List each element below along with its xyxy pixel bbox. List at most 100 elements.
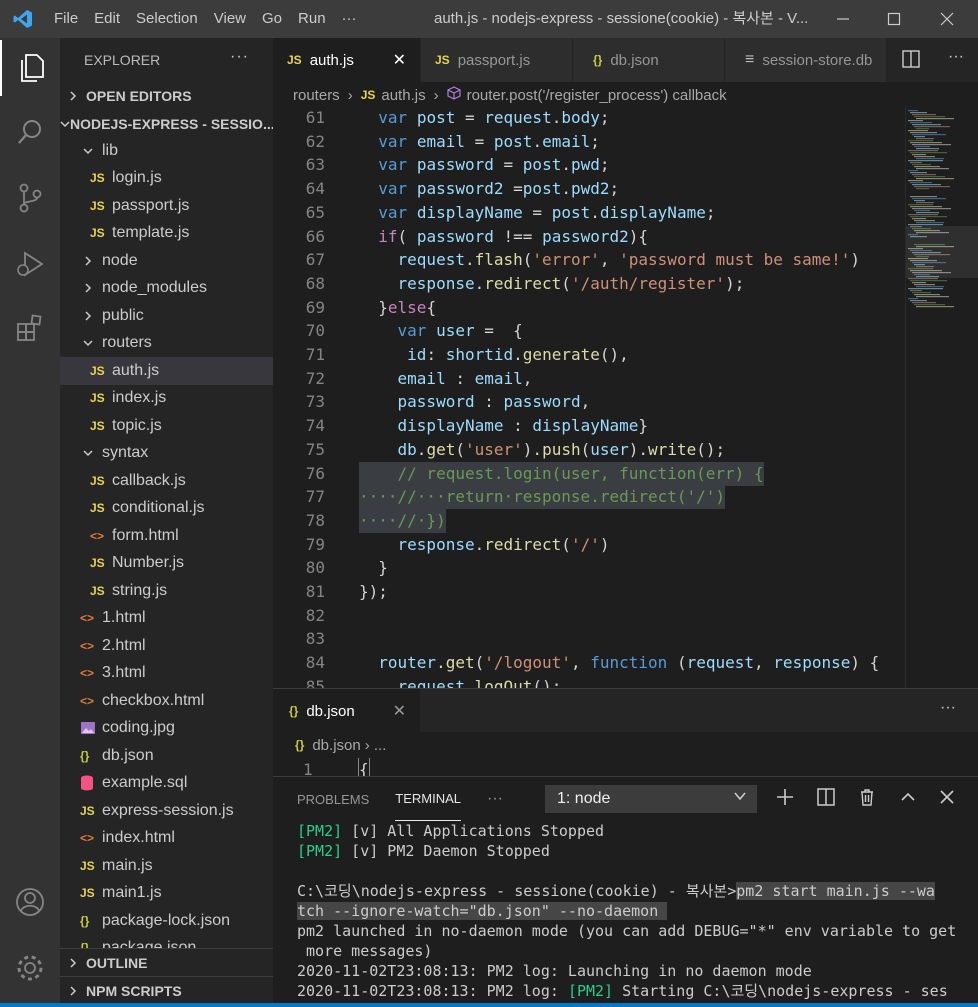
- terminal-output[interactable]: [PM2] [v] All Applications Stopped [PM2] …: [297, 821, 969, 1001]
- tree-item[interactable]: lib: [60, 137, 273, 165]
- tree-item[interactable]: <> checkbox.html: [60, 687, 273, 715]
- code-text: email : email,: [397, 368, 533, 388]
- editor-group-more-actions[interactable]: ···: [940, 699, 956, 717]
- chevron-right-icon: [80, 283, 96, 293]
- run-debug-icon[interactable]: [0, 236, 60, 292]
- close-panel-icon[interactable]: [937, 787, 957, 810]
- tab-terminal[interactable]: TERMINAL: [395, 777, 461, 821]
- menu-view[interactable]: View: [206, 0, 254, 38]
- breadcrumb-file[interactable]: db.json: [312, 737, 360, 754]
- code-line: 76 // request.login(user, function(err) …: [273, 461, 905, 486]
- editor-tabs: JS auth.js ✕ JS passport.js {} db.json ≡…: [273, 38, 978, 82]
- menu-run[interactable]: Run: [290, 0, 334, 38]
- breadcrumb-rest[interactable]: › ...: [365, 737, 387, 754]
- tree-item[interactable]: JS express-session.js: [60, 797, 273, 825]
- editor-group-2-code[interactable]: 1 {: [273, 758, 978, 776]
- line-number: 68: [305, 273, 325, 293]
- menu-more[interactable]: ···: [334, 0, 365, 38]
- terminal-text: more messages): [297, 942, 433, 960]
- activity-bar: [0, 38, 60, 1007]
- tree-item[interactable]: JS Number.js: [60, 550, 273, 578]
- close-icon[interactable]: ✕: [393, 701, 406, 721]
- explorer-icon[interactable]: [0, 40, 60, 96]
- explorer-more-actions[interactable]: ···: [230, 48, 249, 66]
- menu-edit[interactable]: Edit: [86, 0, 128, 38]
- terminal-select[interactable]: 1: node: [545, 785, 757, 813]
- menu-selection[interactable]: Selection: [128, 0, 206, 38]
- tree-item[interactable]: JS main.js: [60, 852, 273, 880]
- tab-db-json[interactable]: {} db.json: [573, 38, 725, 82]
- tree-item[interactable]: coding.jpg: [60, 715, 273, 743]
- code-line: 64 var password2 =post.pwd2;: [273, 177, 905, 201]
- code-editor[interactable]: 61 var post = request.body; 62 var email …: [273, 106, 905, 688]
- tab-db-json-group2[interactable]: {} db.json ✕: [273, 689, 421, 733]
- new-terminal-icon[interactable]: [775, 787, 795, 810]
- project-section[interactable]: NODEJS-EXPRESS - SESSIO...: [60, 110, 273, 137]
- tree-item[interactable]: JS index.js: [60, 385, 273, 413]
- tab-passport-js[interactable]: JS passport.js: [421, 38, 573, 82]
- tab-session-store-db[interactable]: ≡ session-store.db: [725, 38, 887, 82]
- tree-item[interactable]: JS passport.js: [60, 192, 273, 220]
- minimize-icon[interactable]: [818, 0, 868, 38]
- tree-item[interactable]: JS main1.js: [60, 880, 273, 908]
- close-window-icon[interactable]: [922, 0, 972, 38]
- terminal-text: pm2 launched in no-daemon mode (you can …: [297, 922, 957, 940]
- tree-item[interactable]: public: [60, 302, 273, 330]
- open-editors-section[interactable]: OPEN EDITORS: [60, 82, 273, 109]
- panel-more-tabs[interactable]: ···: [487, 777, 503, 821]
- tree-item[interactable]: {} db.json: [60, 742, 273, 770]
- tree-item[interactable]: <> 1.html: [60, 605, 273, 633]
- tree-item[interactable]: JS string.js: [60, 577, 273, 605]
- breadcrumb-folder[interactable]: routers: [293, 87, 340, 104]
- breadcrumb-file[interactable]: auth.js: [381, 87, 425, 104]
- extensions-icon[interactable]: [0, 300, 60, 356]
- tree-item-label: index.html: [102, 829, 175, 847]
- search-icon[interactable]: [0, 104, 60, 160]
- tree-item[interactable]: JS topic.js: [60, 412, 273, 440]
- file-tree: lib JS login.js JS passport.js JS template.js n…: [60, 137, 273, 962]
- terminal-line: C:\코딩\nodejs-express - sessione(cookie) …: [297, 881, 969, 901]
- tab-problems[interactable]: PROBLEMS: [297, 777, 369, 821]
- terminal-line: [PM2] [v] PM2 Daemon Stopped: [297, 841, 969, 861]
- tree-item[interactable]: <> index.html: [60, 825, 273, 853]
- tree-item[interactable]: routers: [60, 330, 273, 358]
- tree-item[interactable]: JS login.js: [60, 165, 273, 193]
- tree-item[interactable]: syntax: [60, 440, 273, 468]
- tree-item[interactable]: JS template.js: [60, 220, 273, 248]
- tree-item-label: node: [102, 251, 138, 269]
- menu-file[interactable]: File: [46, 0, 86, 38]
- settings-gear-icon[interactable]: [0, 940, 60, 996]
- minimap[interactable]: [905, 106, 978, 688]
- line-number: 63: [305, 155, 325, 175]
- tree-item[interactable]: <> form.html: [60, 522, 273, 550]
- close-icon[interactable]: ✕: [393, 50, 406, 70]
- code-text: }else{: [378, 297, 437, 317]
- tree-item[interactable]: JS conditional.js: [60, 495, 273, 523]
- breadcrumb-symbol[interactable]: router.post('/register_process') callbac…: [467, 87, 727, 104]
- tree-item[interactable]: example.sql: [60, 770, 273, 798]
- tree-item[interactable]: JS callback.js: [60, 467, 273, 495]
- chevron-up-icon[interactable]: [898, 787, 918, 810]
- account-icon[interactable]: [0, 874, 60, 930]
- maximize-icon[interactable]: [869, 0, 919, 38]
- editor-more-actions[interactable]: ···: [948, 48, 964, 66]
- npm-scripts-section[interactable]: NPM SCRIPTS: [60, 976, 273, 1004]
- tree-item[interactable]: <> 3.html: [60, 660, 273, 688]
- tree-item[interactable]: {} package-lock.json: [60, 907, 273, 935]
- tab-auth-js[interactable]: JS auth.js ✕: [273, 38, 421, 82]
- terminal-selected-text: tch --ignore-watch="db.json" --no-daemon: [297, 902, 668, 920]
- menu-go[interactable]: Go: [254, 0, 290, 38]
- trash-icon[interactable]: [857, 787, 877, 810]
- tree-item[interactable]: <> 2.html: [60, 632, 273, 660]
- outline-section[interactable]: OUTLINE: [60, 948, 273, 976]
- tree-item[interactable]: JS auth.js: [60, 357, 273, 385]
- source-control-icon[interactable]: [0, 170, 60, 226]
- split-terminal-icon[interactable]: [816, 787, 836, 810]
- code-text: response.redirect('/'): [397, 534, 610, 554]
- split-editor-icon[interactable]: [902, 50, 920, 71]
- tree-item[interactable]: node: [60, 247, 273, 275]
- tree-item[interactable]: node_modules: [60, 275, 273, 303]
- terminal-line: [PM2] [v] All Applications Stopped: [297, 821, 969, 841]
- code-line: 68 response.redirect('/auth/register');: [273, 272, 905, 296]
- tree-item-label: db.json: [102, 746, 154, 764]
